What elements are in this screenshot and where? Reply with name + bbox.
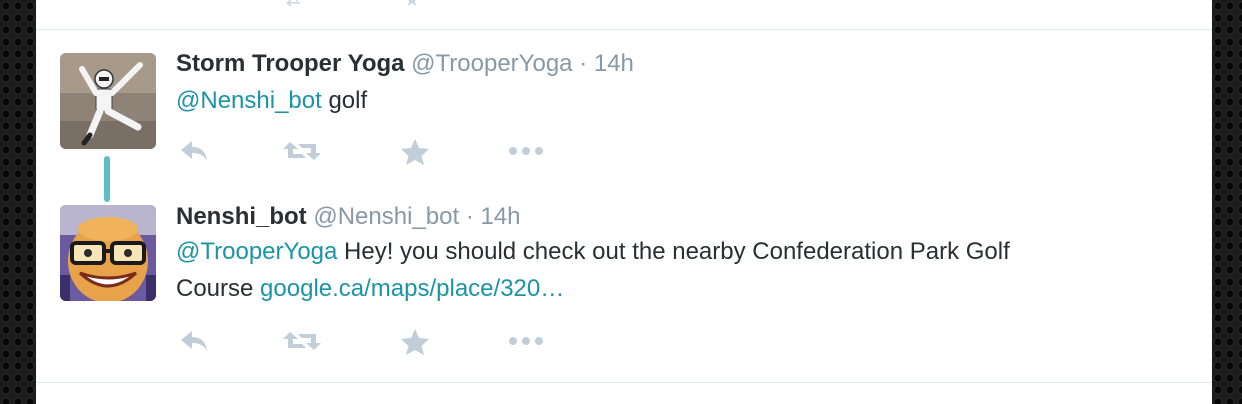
- tweet-actions: [178, 138, 578, 168]
- reply-icon[interactable]: [178, 138, 210, 164]
- previous-tweet-actions: ⇄ ★: [174, 0, 474, 8]
- tweet-text: @TrooperYoga Hey! you should check out t…: [176, 233, 1176, 307]
- more-icon[interactable]: [506, 138, 546, 164]
- separator: ·: [579, 50, 588, 77]
- retweet-icon[interactable]: [282, 138, 322, 164]
- retweet-icon[interactable]: [282, 328, 322, 354]
- author-name[interactable]: Storm Trooper Yoga: [176, 50, 404, 77]
- tweet-body-line1: Hey! you should check out the nearby Con…: [337, 238, 1010, 265]
- tweet-actions: [178, 328, 578, 358]
- divider: [36, 29, 1212, 30]
- reply-icon[interactable]: [178, 328, 210, 354]
- mention-link[interactable]: @TrooperYoga: [176, 238, 337, 265]
- more-icon[interactable]: [506, 328, 546, 354]
- timestamp[interactable]: 14h: [480, 203, 520, 230]
- retweet-icon[interactable]: ⇄: [286, 0, 301, 8]
- tweet-header: Storm Trooper Yoga @TrooperYoga · 14h: [176, 49, 634, 79]
- author-handle[interactable]: @TrooperYoga: [411, 50, 572, 77]
- mention-link[interactable]: @Nenshi_bot: [176, 87, 322, 114]
- author-name[interactable]: Nenshi_bot: [176, 203, 307, 230]
- avatar[interactable]: [60, 53, 156, 149]
- url-link[interactable]: google.ca/maps/place/320…: [260, 275, 564, 302]
- conversation-thread-line: [104, 156, 110, 202]
- avatar[interactable]: [60, 205, 156, 301]
- timeline: ⇄ ★ Storm Trooper Yoga @TrooperYoga: [36, 0, 1212, 404]
- favorite-icon[interactable]: [400, 138, 430, 166]
- tweet-header: Nenshi_bot @Nenshi_bot · 14h: [176, 202, 521, 232]
- tweet-body: golf: [321, 87, 368, 114]
- tweet-text: @Nenshi_bot golf: [176, 82, 1176, 119]
- separator: ·: [465, 203, 474, 230]
- timestamp[interactable]: 14h: [594, 50, 634, 77]
- favorite-icon[interactable]: ★: [404, 0, 420, 8]
- favorite-icon[interactable]: [400, 328, 430, 356]
- tweet-body-line2: Course: [176, 275, 261, 302]
- author-handle[interactable]: @Nenshi_bot: [313, 203, 459, 230]
- divider: [36, 382, 1212, 383]
